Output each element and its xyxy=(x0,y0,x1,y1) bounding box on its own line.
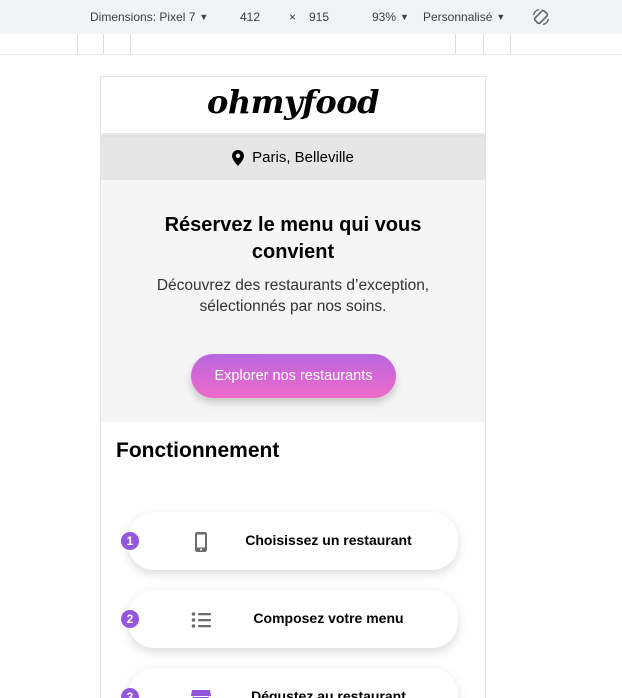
hero-title: Réservez le menu qui vous convient xyxy=(164,214,422,263)
step-label: Choisissez un restaurant xyxy=(245,532,412,548)
throttle-label: Personnalisé xyxy=(423,10,493,24)
devtools-toolbar: Dimensions: Pixel 7 ▼ 412 × 915 93% ▼ Pe… xyxy=(0,0,622,35)
chevron-down-icon: ▼ xyxy=(496,11,506,22)
throttle-select[interactable]: Personnalisé ▼ xyxy=(423,10,505,24)
step-number-badge: 1 xyxy=(121,532,139,550)
location-pin-icon xyxy=(232,149,245,166)
width-input[interactable]: 412 xyxy=(240,10,260,24)
hero-subtitle: Découvrez des restaurants d’exception, s… xyxy=(156,277,430,315)
hero-section: Réservez le menu qui vous convient Décou… xyxy=(101,180,485,422)
ruler-tick xyxy=(455,34,456,54)
zoom-label: 93% xyxy=(372,10,397,24)
ruler-tick xyxy=(103,34,104,54)
chevron-down-icon: ▼ xyxy=(400,11,409,22)
ruler-tick xyxy=(77,34,78,54)
step-label: Dégustez au restaurant xyxy=(251,688,406,698)
height-input[interactable]: 915 xyxy=(309,10,329,24)
list-icon xyxy=(191,612,211,628)
chevron-down-icon: ▼ xyxy=(199,11,209,22)
device-viewport: ohmyfood Paris, Belleville Réservez le m… xyxy=(101,77,485,698)
ruler-tick xyxy=(510,34,511,54)
mobile-phone-icon xyxy=(195,532,207,552)
ruler-tick xyxy=(130,34,131,54)
step-label: Composez votre menu xyxy=(253,610,404,626)
site-logo[interactable]: ohmyfood xyxy=(101,83,485,121)
location-text: Paris, Belleville xyxy=(252,149,354,166)
rotate-icon[interactable] xyxy=(531,7,551,27)
dimension-separator: × xyxy=(289,10,297,24)
step-item[interactable]: 3 Dégustez au restaurant xyxy=(101,668,485,698)
how-it-works-title: Fonctionnement xyxy=(116,439,280,462)
site-header: ohmyfood xyxy=(101,77,485,133)
media-query-ruler xyxy=(0,34,622,55)
ruler-tick xyxy=(483,34,484,54)
step-item[interactable]: 1 Choisissez un restaurant xyxy=(101,512,485,570)
step-number-badge: 2 xyxy=(121,610,139,628)
device-label: Dimensions: Pixel 7 xyxy=(90,10,196,24)
step-item[interactable]: 2 Composez votre menu xyxy=(101,590,485,648)
location-bar: Paris, Belleville xyxy=(101,135,485,180)
store-icon xyxy=(191,690,211,698)
explore-restaurants-button[interactable]: Explorer nos restaurants xyxy=(191,354,396,398)
device-select[interactable]: Dimensions: Pixel 7 ▼ xyxy=(90,10,208,24)
zoom-select[interactable]: 93% ▼ xyxy=(372,10,409,24)
